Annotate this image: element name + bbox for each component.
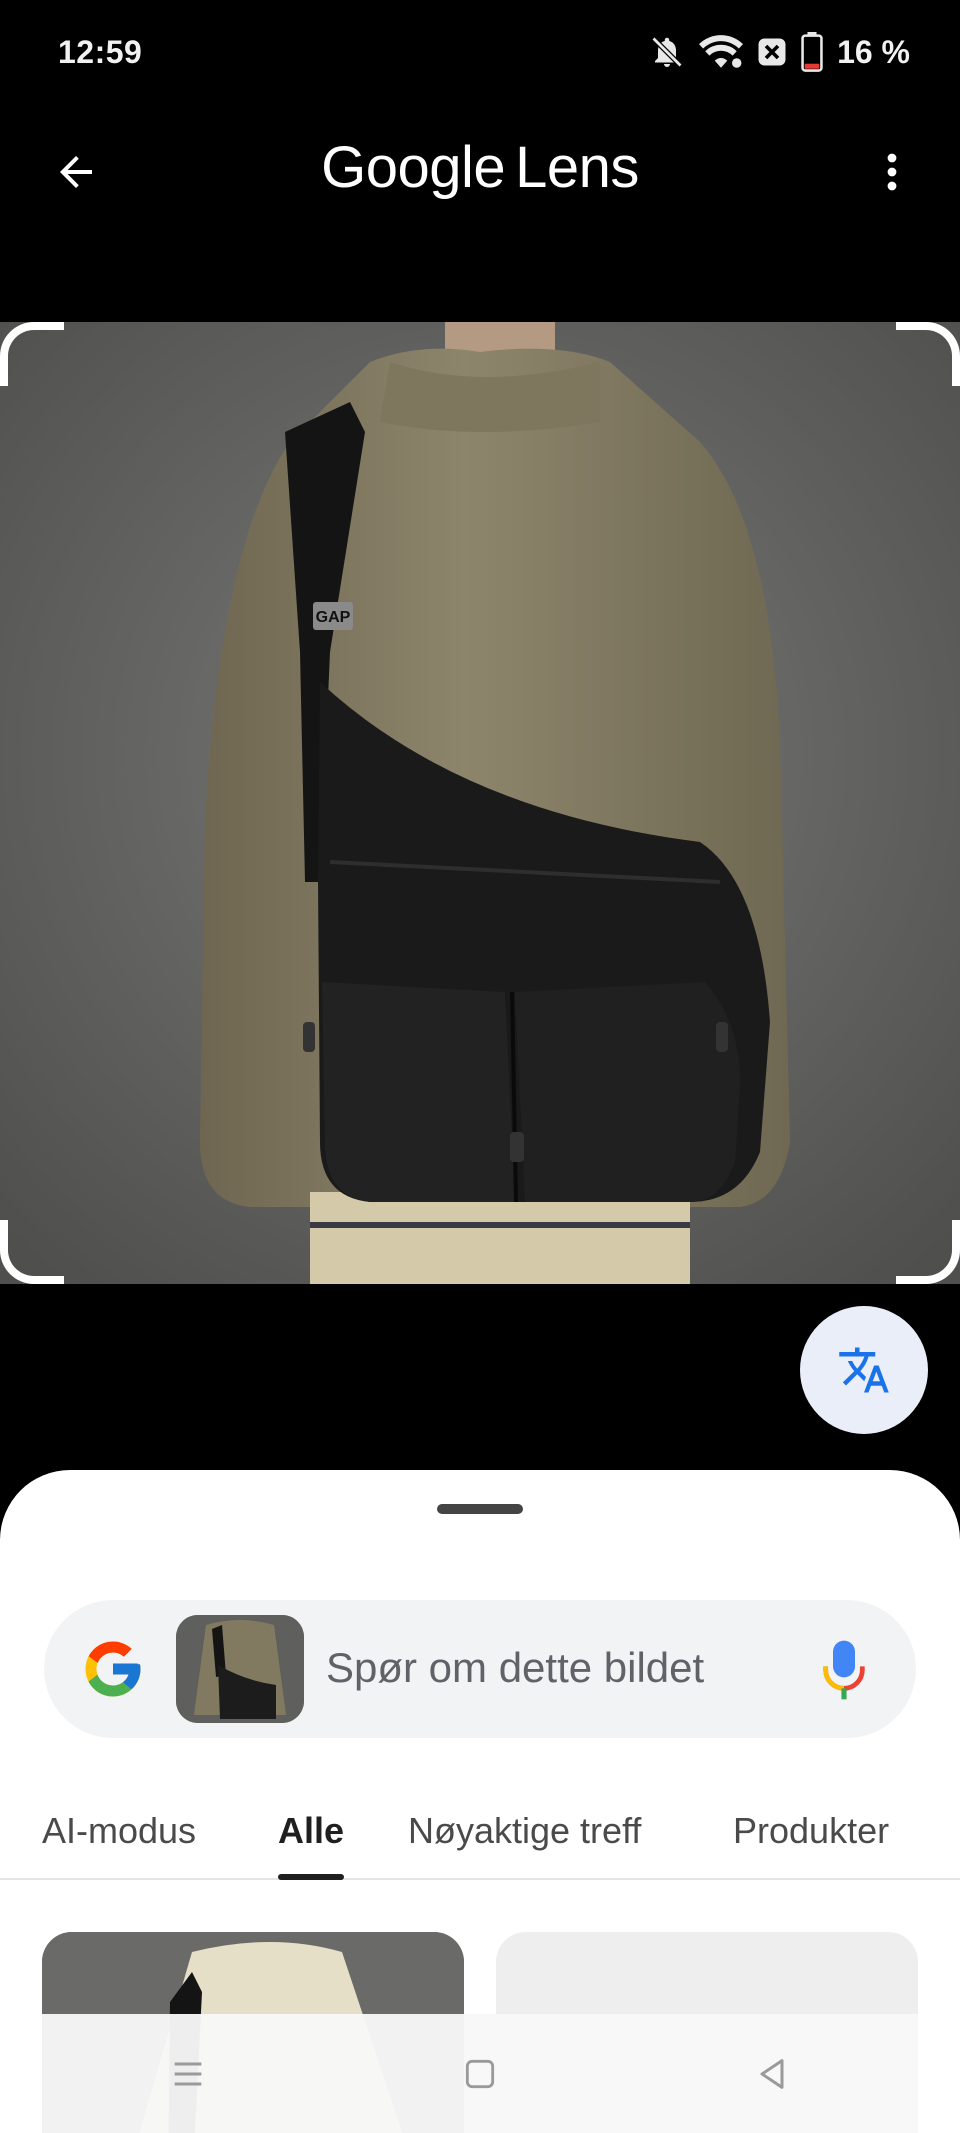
status-bar: 12:59 16 %	[0, 0, 960, 110]
system-nav-bar	[42, 2014, 918, 2133]
thumbnail-image	[176, 1615, 304, 1723]
close-box-icon	[757, 37, 787, 67]
search-image-thumbnail[interactable]	[176, 1615, 304, 1723]
status-icons: 16 %	[649, 32, 910, 72]
search-input[interactable]: Spør om dette bildet	[326, 1644, 704, 1692]
more-vert-icon	[887, 153, 897, 191]
crop-handle-bottom-left[interactable]	[0, 1220, 64, 1284]
home-button[interactable]	[435, 2029, 525, 2119]
crop-handle-top-left[interactable]	[0, 322, 64, 386]
mic-icon[interactable]	[822, 1638, 866, 1702]
search-photo: GAP	[0, 322, 960, 1284]
app-title: Google Lens	[0, 134, 960, 201]
more-options-button[interactable]	[860, 140, 924, 204]
results-tabs: AI-modus Alle Nøyaktige treff Produkter	[0, 1788, 960, 1880]
bell-off-icon	[649, 34, 685, 70]
translate-icon	[839, 1347, 889, 1393]
tab-products[interactable]: Produkter	[733, 1810, 889, 1852]
wifi-icon	[699, 34, 744, 70]
app-title-brand: Google	[321, 135, 506, 200]
translate-button[interactable]	[800, 1306, 928, 1434]
battery-icon	[801, 32, 823, 72]
back-triangle-icon	[760, 2058, 784, 2089]
status-time: 12:59	[58, 34, 143, 70]
tab-exact-matches[interactable]: Nøyaktige treff	[408, 1810, 641, 1852]
google-g-icon	[85, 1641, 141, 1697]
lens-image-viewer[interactable]: GAP	[0, 322, 960, 1284]
recents-button[interactable]	[143, 2029, 233, 2119]
crop-handle-top-right[interactable]	[896, 322, 960, 386]
nav-back-button[interactable]	[727, 2029, 817, 2119]
active-tab-indicator	[278, 1874, 344, 1880]
tab-ai-mode[interactable]: AI-modus	[42, 1810, 196, 1852]
search-bar[interactable]: Spør om dette bildet	[44, 1600, 916, 1738]
menu-icon	[174, 2062, 202, 2085]
bag-brand-label: GAP	[316, 609, 351, 626]
drag-handle[interactable]	[437, 1504, 523, 1514]
battery-percent: 16 %	[837, 33, 910, 70]
app-title-sub: Lens	[515, 135, 639, 200]
home-square-icon	[465, 2059, 495, 2088]
tab-all[interactable]: Alle	[278, 1810, 344, 1852]
